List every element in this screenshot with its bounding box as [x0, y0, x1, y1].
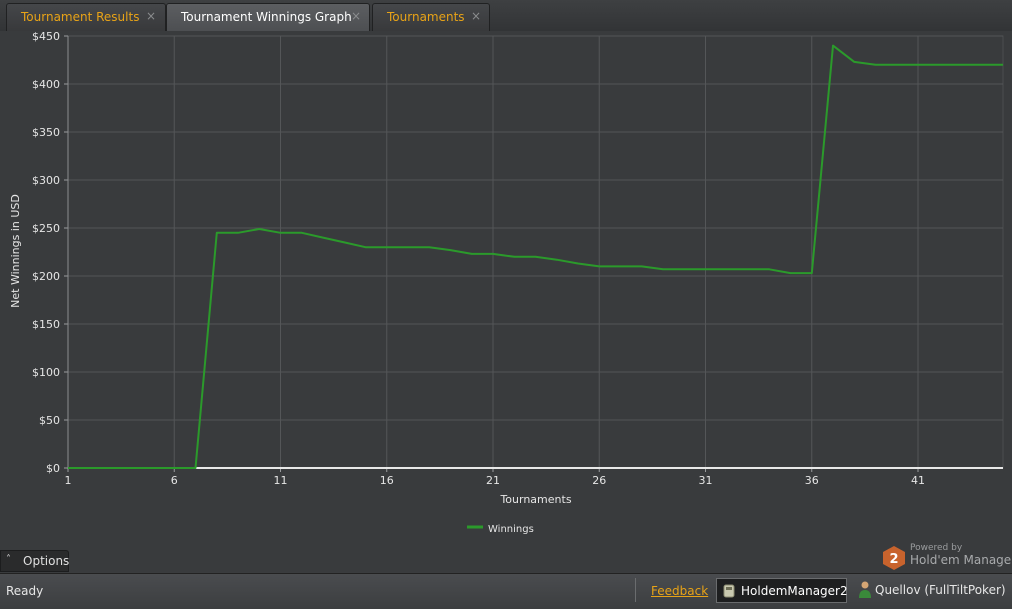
holdem-manager-logo-icon: 2 [883, 546, 905, 570]
database-icon [723, 584, 735, 598]
tab-label: Tournaments [387, 10, 465, 24]
plot-area [67, 35, 1004, 469]
chart-legend: Winnings [467, 524, 534, 535]
y-tick-label: $400 [32, 78, 60, 91]
tab-tournament-winnings-graph[interactable]: Tournament Winnings Graph × [166, 3, 370, 31]
player-label[interactable]: Quellov (FullTiltPoker) [875, 583, 1006, 597]
y-tick-label: $350 [32, 126, 60, 139]
options-label: Options [23, 554, 70, 568]
brand-name: Hold'em Manager [910, 553, 1012, 567]
x-tick-label: 6 [171, 474, 178, 487]
x-tick-label: 26 [592, 474, 606, 487]
series-line-winnings [68, 44, 1003, 469]
x-tick-label: 31 [699, 474, 713, 487]
divider [635, 578, 636, 602]
tab-tournaments[interactable]: Tournaments × [372, 3, 490, 31]
tab-label: Tournament Results [21, 10, 140, 24]
x-tick-label: 1 [65, 474, 72, 487]
powered-by-branding: 2 Powered by Hold'em Manager [882, 543, 1012, 572]
close-icon[interactable]: × [146, 9, 156, 23]
powered-by-text: Powered by [910, 543, 963, 553]
status-bar: Ready Feedback HoldemManager2 Quellov (F… [0, 573, 1012, 609]
winnings-chart: $0$50$100$150$200$250$300$350$400$4501 6 1… [9, 31, 1004, 535]
x-tick-label: 16 [380, 474, 394, 487]
legend-label: Winnings [488, 524, 534, 535]
close-icon[interactable]: × [351, 9, 361, 23]
x-tick-label: 41 [911, 474, 925, 487]
status-text: Ready [6, 584, 44, 598]
x-tick-label: 36 [805, 474, 819, 487]
chevron-up-icon: ˄ [6, 554, 11, 565]
database-label: HoldemManager2 [741, 584, 848, 598]
x-tick-label: 11 [274, 474, 288, 487]
tab-label: Tournament Winnings Graph [181, 10, 352, 24]
y-tick-label: $100 [32, 366, 60, 379]
y-tick-label: $200 [32, 270, 60, 283]
y-tick-label: $150 [32, 318, 60, 331]
tab-tournament-results[interactable]: Tournament Results × [6, 3, 166, 31]
player-icon [859, 581, 871, 598]
x-axis-title: Tournaments [499, 493, 571, 506]
y-tick-label: $50 [39, 414, 60, 427]
options-button[interactable]: ˄ Options [0, 550, 69, 572]
close-icon[interactable]: × [471, 9, 481, 23]
database-button[interactable]: HoldemManager2 [716, 578, 848, 603]
logo-text: 2 [889, 552, 898, 567]
chart-panel: $0 $50 $100 $150 $200 $250 $300 $350 $400 $450 1 6 1… [0, 31, 1012, 572]
tab-bar: Tournament Results × Tournament Winnings… [0, 0, 1012, 32]
y-tick-label: $250 [32, 222, 60, 235]
y-tick-label: $300 [32, 174, 60, 187]
y-tick-label: $0 [46, 462, 60, 475]
y-axis-title: Net Winnings in USD [9, 194, 22, 308]
feedback-link[interactable]: Feedback [651, 584, 708, 598]
y-tick-label: $450 [32, 31, 60, 43]
x-tick-label: 21 [486, 474, 500, 487]
